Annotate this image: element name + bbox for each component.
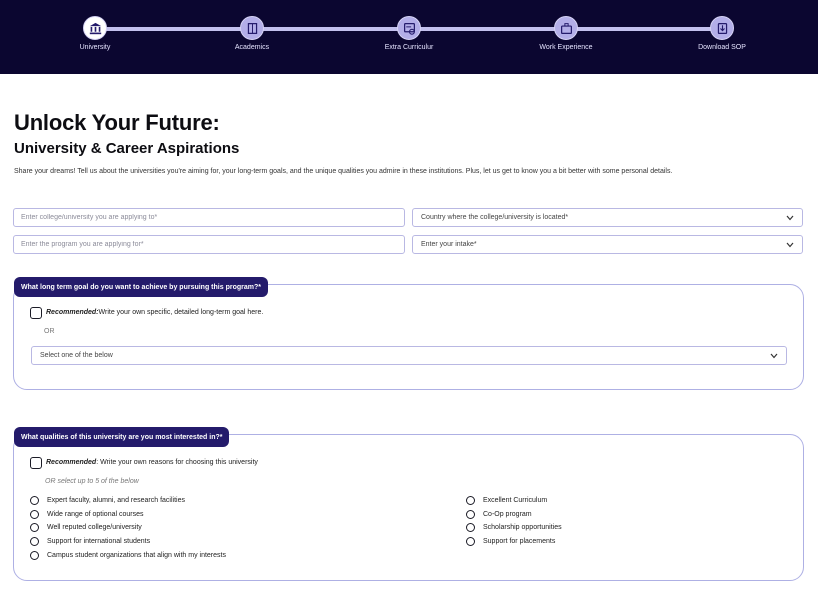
- quality-option[interactable]: Co-Op program: [466, 510, 532, 519]
- option-checkbox[interactable]: [30, 496, 39, 505]
- qualities-recommended-text: Recommended: Write your own reasons for …: [46, 459, 258, 466]
- option-label: Scholarship opportunities: [483, 524, 562, 531]
- step-academics[interactable]: Academics: [192, 16, 312, 51]
- page-subtitle: University & Career Aspirations: [14, 140, 240, 157]
- recommended-description: Write your own specific, detailed long-t…: [98, 309, 264, 316]
- briefcase-icon: [554, 16, 578, 40]
- quality-option[interactable]: Well reputed college/university: [30, 523, 142, 532]
- chevron-down-icon: [770, 352, 778, 360]
- quality-option[interactable]: Wide range of optional courses: [30, 510, 144, 519]
- activity-icon: [397, 16, 421, 40]
- option-checkbox[interactable]: [30, 537, 39, 546]
- qualities-recommended-checkbox[interactable]: [30, 457, 42, 469]
- option-checkbox[interactable]: [30, 551, 39, 560]
- option-checkbox[interactable]: [466, 496, 475, 505]
- intake-select[interactable]: Enter your intake*: [412, 235, 803, 254]
- option-label: Expert faculty, alumni, and research fac…: [47, 497, 185, 504]
- select-up-to-hint: OR select up to 5 of the below: [45, 478, 139, 485]
- goal-select-placeholder: Select one of the below: [40, 352, 113, 359]
- goal-card: [13, 284, 804, 390]
- quality-option[interactable]: Excellent Curriculum: [466, 496, 547, 505]
- intake-select-placeholder: Enter your intake*: [421, 241, 477, 248]
- goal-question-label: What long term goal do you want to achie…: [14, 277, 268, 297]
- step-label: Extra Curriculur: [384, 44, 434, 51]
- country-select-placeholder: Country where the college/university is …: [421, 214, 569, 221]
- step-label: Work Experience: [539, 44, 593, 51]
- option-checkbox[interactable]: [30, 510, 39, 519]
- recommended-label: Recommended:: [46, 309, 99, 316]
- step-university[interactable]: University: [35, 16, 155, 51]
- recommended-description: : Write your own reasons for choosing th…: [96, 459, 258, 466]
- option-label: Wide range of optional courses: [47, 511, 144, 518]
- chevron-down-icon: [786, 214, 794, 222]
- goal-recommended-checkbox[interactable]: [30, 307, 42, 319]
- book-icon: [240, 16, 264, 40]
- quality-option[interactable]: Support for placements: [466, 537, 555, 546]
- step-label: Academics: [234, 44, 270, 51]
- quality-option[interactable]: Expert faculty, alumni, and research fac…: [30, 496, 185, 505]
- option-checkbox[interactable]: [30, 523, 39, 532]
- progress-stepper: University Academics Extra Curriculur Wo…: [0, 0, 818, 74]
- university-icon: [83, 16, 107, 40]
- goal-recommended-text: Recommended:Write your own specific, det…: [46, 309, 263, 316]
- option-label: Well reputed college/university: [47, 524, 142, 531]
- option-label: Support for placements: [483, 538, 556, 545]
- program-input[interactable]: [13, 235, 405, 254]
- college-input[interactable]: [13, 208, 405, 227]
- recommended-label: Recommended: [46, 459, 97, 466]
- country-select[interactable]: Country where the college/university is …: [412, 208, 803, 227]
- quality-option[interactable]: Campus student organizations that align …: [30, 551, 226, 560]
- page-title: Unlock Your Future:: [14, 110, 220, 135]
- step-label: University: [79, 44, 111, 51]
- step-extra-curricular[interactable]: Extra Curriculur: [349, 16, 469, 51]
- qualities-question-label: What qualities of this university are yo…: [14, 427, 230, 447]
- option-label: Support for international students: [47, 538, 151, 545]
- quality-option[interactable]: Support for international students: [30, 537, 150, 546]
- goal-select[interactable]: Select one of the below: [31, 346, 787, 365]
- step-download-sop[interactable]: Download SOP: [662, 16, 782, 51]
- chevron-down-icon: [786, 241, 794, 249]
- or-separator: OR: [44, 328, 55, 335]
- step-label: Download SOP: [698, 44, 746, 51]
- download-icon: [710, 16, 734, 40]
- intro-text: Share your dreams! Tell us about the uni…: [14, 168, 673, 175]
- step-work-experience[interactable]: Work Experience: [506, 16, 626, 51]
- option-checkbox[interactable]: [466, 523, 475, 532]
- option-label: Co-Op program: [483, 511, 532, 518]
- option-checkbox[interactable]: [466, 510, 475, 519]
- option-label: Campus student organizations that align …: [47, 552, 226, 559]
- option-checkbox[interactable]: [466, 537, 475, 546]
- option-label: Excellent Curriculum: [483, 497, 548, 504]
- quality-option[interactable]: Scholarship opportunities: [466, 523, 562, 532]
